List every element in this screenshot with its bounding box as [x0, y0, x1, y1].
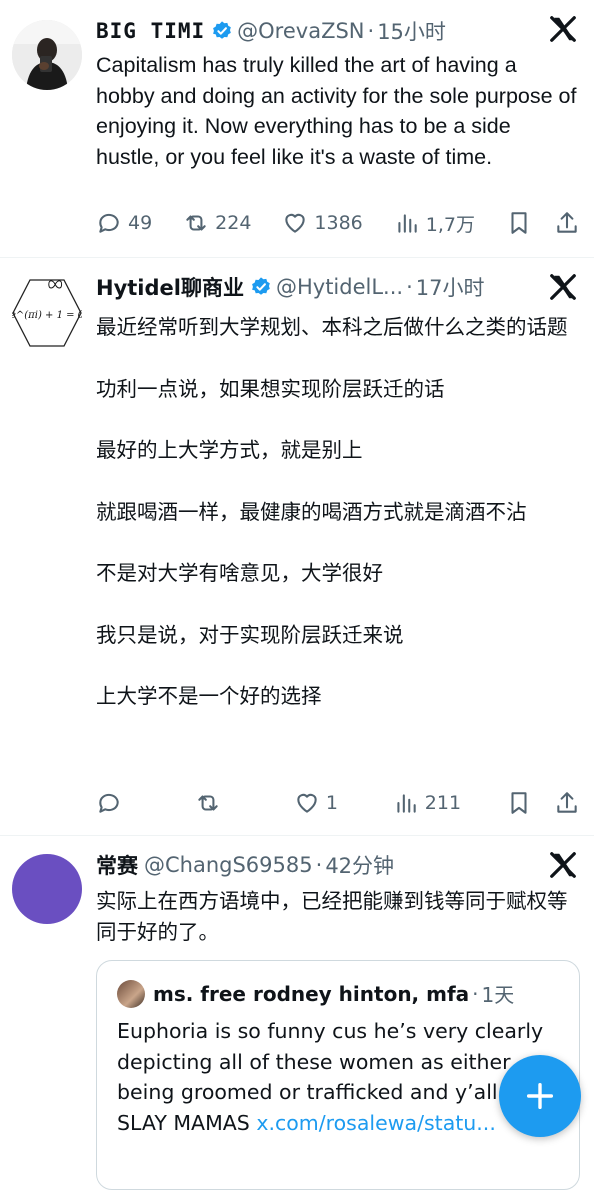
user-handle[interactable]: @ChangS69585: [144, 853, 313, 877]
retweet-count: 224: [215, 212, 252, 234]
tweet-paragraph: 上大学不是一个好的选择: [96, 684, 322, 708]
separator-dot: ·: [315, 853, 323, 877]
reply-icon: [99, 213, 119, 233]
reply-count: 49: [128, 212, 153, 234]
verified-badge-icon: [213, 21, 231, 39]
display-name[interactable]: Hytidel聊商业: [96, 272, 244, 302]
like-button[interactable]: 1: [294, 790, 348, 816]
views-count: 1,7万: [425, 213, 475, 236]
tweet-paragraph: 最近经常听到大学规划、本科之后做什么之类的话题: [96, 315, 568, 339]
bookmark-button[interactable]: [506, 790, 532, 816]
reply-button[interactable]: [96, 790, 150, 816]
quote-avatar: [117, 979, 145, 1008]
timestamp[interactable]: 17小时: [416, 272, 485, 302]
separator-dot: ·: [367, 19, 375, 43]
bookmark-icon: [511, 792, 527, 814]
plus-icon: [526, 1082, 554, 1110]
hexagon-formula-logo: e^(πi) + 1 = 0: [10, 279, 85, 347]
timestamp[interactable]: 42分钟: [325, 850, 394, 880]
quote-timestamp: 1天: [481, 983, 515, 1007]
tweet-header: BIG TIMI @OrevaZSN · 15小时: [96, 14, 578, 48]
like-count: 1: [325, 792, 338, 814]
separator-dot: ·: [472, 981, 479, 1006]
display-name[interactable]: 常赛: [96, 850, 138, 880]
avatar[interactable]: e^(πi) + 1 = 0: [10, 278, 85, 348]
tweet-text: 实际上在西方语境中，已经把能赚到钱等同于赋权等同于好的了。: [96, 889, 568, 944]
avatar[interactable]: [12, 854, 82, 924]
tweet-paragraph: 就跟喝酒一样，最健康的喝酒方式就是滴酒不沾: [96, 499, 527, 524]
heart-icon: [297, 793, 317, 813]
share-button[interactable]: [554, 210, 580, 236]
tweet-3[interactable]: 常赛 @ChangS69585 · 42分钟 实际上在西方语境中，已经把能赚到钱…: [0, 836, 594, 1200]
share-button[interactable]: [554, 790, 580, 816]
verified-badge-icon: [252, 277, 270, 295]
reply-icon: [99, 793, 119, 813]
share-icon: [557, 212, 577, 233]
separator-dot: ·: [406, 275, 413, 299]
display-name[interactable]: BIG TIMI: [96, 19, 205, 43]
avatar-photo-icon: [12, 20, 82, 90]
retweet-button[interactable]: 224: [183, 210, 251, 236]
tweet-paragraph: 功利一点说，如果想实现阶层跃迁的话: [96, 376, 445, 401]
views-chart-icon: [397, 794, 416, 813]
compose-button[interactable]: [499, 1055, 581, 1137]
retweet-icon: [186, 215, 206, 231]
heart-icon: [285, 213, 306, 233]
tweet-paragraph: 最好的上大学方式，就是别上: [96, 438, 363, 462]
timestamp[interactable]: 15小时: [377, 16, 446, 46]
like-button[interactable]: 1386: [282, 210, 363, 236]
views-button[interactable]: 1,7万: [394, 210, 475, 237]
views-button[interactable]: 211: [393, 790, 461, 816]
share-icon: [557, 792, 577, 813]
quote-display-name[interactable]: ms. free rodney hinton, mfa: [153, 982, 469, 1006]
bookmark-button[interactable]: [506, 210, 532, 236]
tweet-paragraph: 不是对大学有啥意见，大学很好: [96, 561, 383, 585]
retweet-button[interactable]: [195, 790, 249, 816]
avatar[interactable]: [12, 20, 82, 90]
tweet-text: 最近经常听到大学规划、本科之后做什么之类的话题 功利一点说，如果想实现阶层跃迁的…: [96, 312, 578, 712]
tweet-header: Hytidel聊商业 @HytidelL... · 17小时: [96, 270, 578, 304]
retweet-icon: [198, 795, 218, 811]
views-count: 211: [424, 792, 462, 814]
tweet-header: 常赛 @ChangS69585 · 42分钟: [96, 848, 578, 882]
like-count: 1386: [314, 212, 363, 234]
quote-header: ms. free rodney hinton, mfa · 1天: [117, 979, 514, 1008]
tweet-paragraph: 我只是说，对于实现阶层跃迁来说: [96, 622, 404, 647]
user-handle[interactable]: @OrevaZSN: [237, 19, 364, 43]
quote-link[interactable]: x.com/rosalewa/statu...: [256, 1111, 496, 1135]
tweet-2[interactable]: e^(πi) + 1 = 0 Hytidel聊商业 @HytidelL... ·…: [0, 258, 594, 836]
views-chart-icon: [398, 214, 417, 233]
reply-button[interactable]: 49: [96, 210, 152, 236]
quote-text: Euphoria is so funny cus he’s very clear…: [117, 1016, 557, 1138]
avatar-formula: e^(πi) + 1 = 0: [12, 310, 82, 321]
bookmark-icon: [511, 212, 527, 234]
tweet-1[interactable]: BIG TIMI @OrevaZSN · 15小时 Capitalism has…: [0, 0, 594, 258]
user-handle[interactable]: @HytidelL...: [276, 275, 403, 299]
tweet-text: Capitalism has truly killed the art of h…: [96, 53, 583, 169]
